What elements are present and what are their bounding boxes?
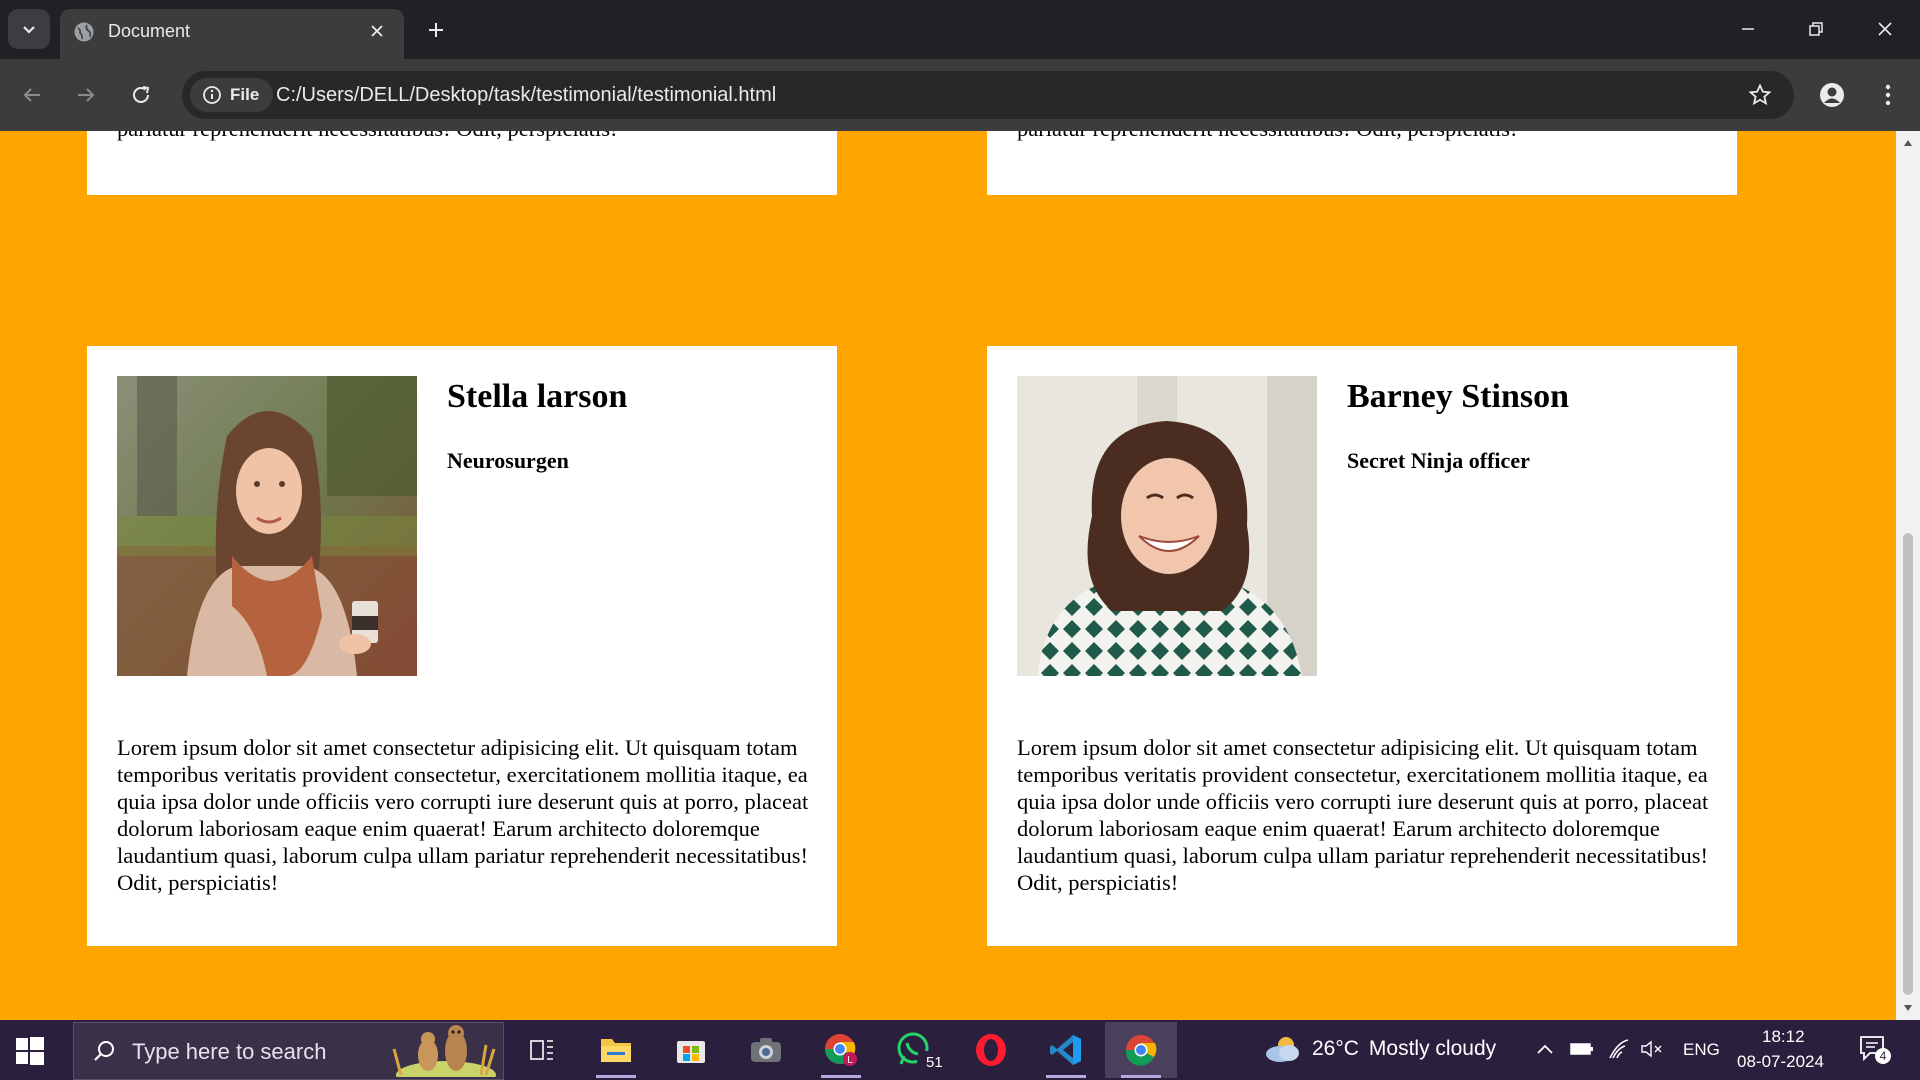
minimize-icon: [1742, 28, 1754, 30]
camera-icon: [751, 1038, 781, 1062]
whatsapp-badge: 51: [926, 1054, 943, 1071]
scroll-up-button[interactable]: [1902, 137, 1914, 149]
weather-widget[interactable]: 26°C Mostly cloudy: [1262, 1034, 1496, 1064]
smiling-woman-photo: [1017, 376, 1317, 676]
taskbar-file-explorer[interactable]: [580, 1022, 652, 1078]
taskbar-camera[interactable]: [730, 1022, 802, 1078]
tab-close-button[interactable]: [366, 20, 388, 42]
chrome-icon: [1125, 1035, 1157, 1066]
testimonial-photo: [1017, 376, 1317, 676]
triangle-down-icon: [1904, 1005, 1912, 1011]
clock-date[interactable]: 08-07-2024: [1737, 1052, 1824, 1072]
taskbar-chrome-profile[interactable]: L: [805, 1022, 877, 1078]
arrow-left-icon: [23, 88, 40, 102]
chrome-icon: L: [825, 1034, 857, 1066]
new-tab-button[interactable]: [422, 16, 450, 44]
testimonial-text: pariatur reprehenderit necessitatibus! O…: [117, 131, 817, 142]
svg-text:L: L: [847, 1055, 853, 1066]
chevron-down-icon: [23, 26, 35, 34]
volume-muted-icon[interactable]: [1640, 1039, 1664, 1059]
bookmark-star-icon[interactable]: [1748, 83, 1772, 107]
weather-temperature: 26°C: [1312, 1037, 1359, 1060]
testimonial-card-top-right: pariatur reprehenderit necessitatibus! O…: [987, 131, 1737, 195]
tab-strip: Document: [0, 0, 1920, 59]
testimonial-photo: [117, 376, 417, 676]
vscode-icon: [1050, 1035, 1081, 1065]
windows-taskbar: Type here to search L 51 26°C Mostly clo…: [0, 1020, 1920, 1080]
more-vertical-icon: [1885, 84, 1891, 106]
search-icon: [94, 1041, 114, 1061]
arrow-right-icon: [78, 88, 95, 102]
taskbar-whatsapp[interactable]: 51: [880, 1022, 952, 1078]
taskbar-opera[interactable]: [955, 1022, 1027, 1078]
back-button[interactable]: [14, 77, 50, 113]
task-view-icon: [530, 1040, 553, 1060]
reload-button[interactable]: [123, 77, 159, 113]
close-icon: [1878, 22, 1892, 36]
testimonial-text: Lorem ipsum dolor sit amet consectetur a…: [1017, 735, 1709, 895]
clock-time[interactable]: 18:12: [1762, 1027, 1805, 1047]
restore-button[interactable]: [1796, 12, 1836, 46]
cloudy-weather-icon: [1266, 1037, 1299, 1062]
info-icon: [203, 86, 221, 104]
address-bar[interactable]: File C:/Users/DELL/Desktop/task/testimon…: [182, 71, 1794, 119]
page-viewport: pariatur reprehenderit necessitatibus! O…: [0, 131, 1896, 1020]
woman-in-park-photo: [117, 376, 417, 676]
wifi-icon[interactable]: [1608, 1038, 1630, 1060]
person-icon: [1820, 83, 1844, 107]
globe-icon: [74, 22, 94, 42]
triangle-up-icon: [1904, 140, 1912, 146]
testimonial-role: Neurosurgen: [447, 448, 569, 473]
minimize-button[interactable]: [1728, 12, 1768, 46]
notification-center-button[interactable]: 4: [1858, 1034, 1894, 1066]
reload-icon: [133, 86, 150, 103]
meerkat-illustration-icon: [392, 1025, 496, 1077]
testimonial-role: Secret Ninja officer: [1347, 448, 1530, 473]
browser-toolbar: File C:/Users/DELL/Desktop/task/testimon…: [0, 59, 1920, 131]
taskbar-chrome[interactable]: [1105, 1022, 1177, 1078]
testimonial-card: Barney Stinson Secret Ninja officer Lore…: [987, 346, 1737, 946]
testimonial-text: Lorem ipsum dolor sit amet consectetur a…: [117, 735, 809, 895]
browser-menu-button[interactable]: [1870, 77, 1906, 113]
testimonial-name: Stella larson: [447, 378, 628, 415]
site-info-chip[interactable]: File: [190, 78, 274, 112]
store-icon: [677, 1041, 705, 1063]
notification-count: 4: [1875, 1048, 1891, 1064]
tab-title: Document: [108, 21, 191, 41]
url-text[interactable]: C:/Users/DELL/Desktop/task/testimonial/t…: [276, 84, 776, 107]
battery-icon[interactable]: [1570, 1040, 1594, 1058]
opera-icon: [976, 1034, 1006, 1066]
chevron-up-icon[interactable]: [1535, 1042, 1555, 1056]
tab-search-button[interactable]: [8, 9, 50, 49]
task-view-button[interactable]: [506, 1022, 578, 1078]
file-chip-label: File: [230, 85, 260, 104]
page-scrollbar[interactable]: [1896, 131, 1920, 1020]
taskbar-microsoft-store[interactable]: [655, 1022, 727, 1078]
profile-button[interactable]: [1814, 77, 1850, 113]
testimonial-card: Stella larson Neurosurgen Lorem ipsum do…: [87, 346, 837, 946]
taskbar-vscode[interactable]: [1030, 1022, 1102, 1078]
windows-start-icon[interactable]: [14, 1035, 46, 1067]
scroll-down-button[interactable]: [1902, 1002, 1914, 1014]
search-placeholder: Type here to search: [132, 1039, 327, 1064]
browser-tab[interactable]: Document: [60, 9, 404, 59]
plus-icon: [429, 23, 443, 37]
testimonial-text: pariatur reprehenderit necessitatibus! O…: [1017, 131, 1717, 142]
restore-icon: [1809, 22, 1823, 36]
forward-button[interactable]: [68, 77, 104, 113]
testimonial-card-top-left: pariatur reprehenderit necessitatibus! O…: [87, 131, 837, 195]
language-indicator[interactable]: ENG: [1683, 1040, 1720, 1060]
folder-icon: [601, 1039, 631, 1062]
scroll-thumb[interactable]: [1903, 533, 1913, 995]
taskbar-search-box[interactable]: Type here to search: [73, 1022, 504, 1080]
close-window-button[interactable]: [1865, 12, 1905, 46]
close-icon: [371, 25, 383, 37]
weather-description: Mostly cloudy: [1368, 1037, 1497, 1060]
testimonial-name: Barney Stinson: [1347, 378, 1569, 415]
